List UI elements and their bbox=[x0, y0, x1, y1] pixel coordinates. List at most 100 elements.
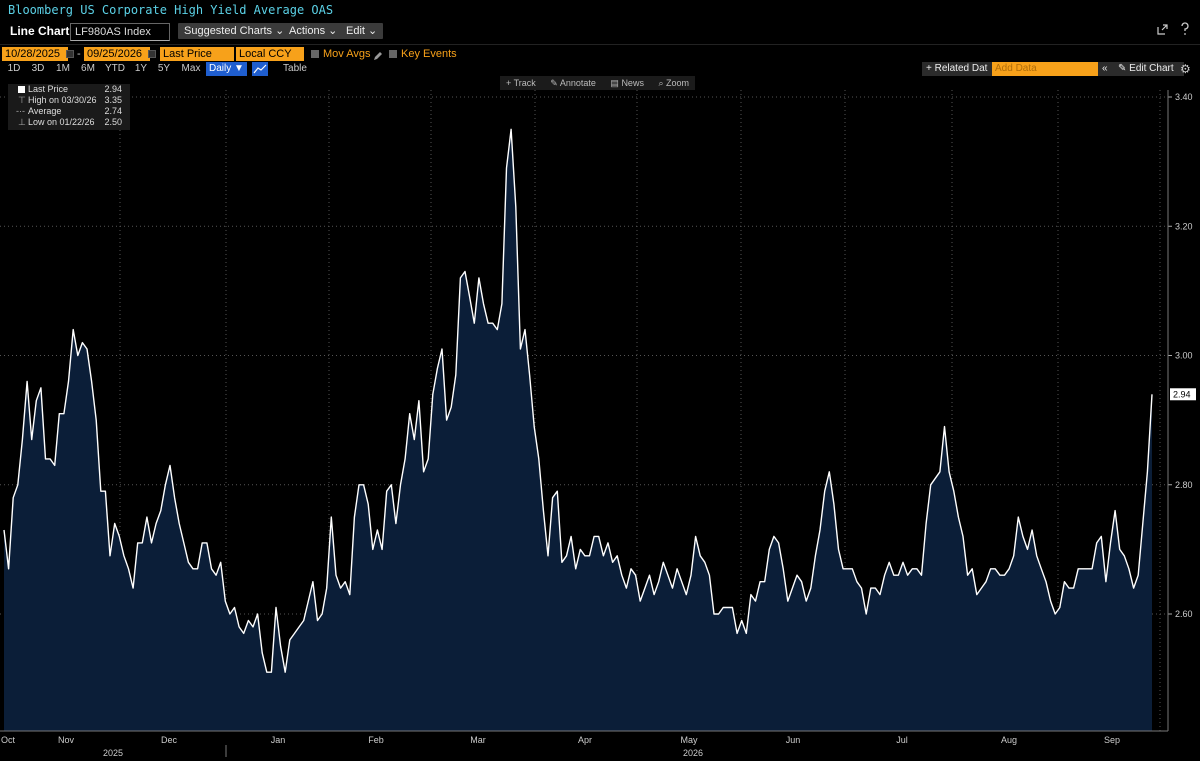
annotate-tool[interactable]: ✎ Annotate bbox=[544, 76, 602, 90]
legend-value: 3.35 bbox=[104, 95, 122, 105]
track-tool[interactable]: + Track bbox=[500, 76, 542, 90]
y-axis: 3.40 3.20 3.00 2.80 2.60 bbox=[1167, 90, 1193, 731]
start-date-field[interactable]: 10/28/2025 bbox=[2, 47, 68, 61]
mov-avgs-checkbox[interactable] bbox=[311, 50, 319, 58]
y-tick-label: 3.20 bbox=[1175, 221, 1193, 231]
add-data-input[interactable]: Add Data bbox=[992, 62, 1098, 76]
title-bar: Bloomberg US Corporate High Yield Averag… bbox=[0, 0, 1200, 20]
legend-swatch bbox=[18, 86, 25, 93]
edit-chart-button[interactable]: ✎ Edit Chart bbox=[1114, 62, 1184, 76]
legend: Last Price 2.94 ⊤ High on 03/30/26 3.35 … bbox=[8, 84, 130, 130]
track-label: Track bbox=[513, 78, 536, 88]
x-tick-label: Oct bbox=[1, 735, 16, 745]
chart-tools: + Track ✎ Annotate ▤ News ⌕ Zoom bbox=[500, 76, 696, 90]
legend-value: 2.74 bbox=[104, 106, 122, 116]
x-tick-label: Jan bbox=[271, 735, 286, 745]
x-tick-label: Jun bbox=[786, 735, 801, 745]
main-toolbar: Line Chart LF980AS Index Suggested Chart… bbox=[0, 20, 1200, 45]
range-ytd-button[interactable]: YTD bbox=[102, 62, 128, 76]
ticker-input[interactable]: LF980AS Index bbox=[70, 23, 170, 41]
legend-label: Last Price bbox=[28, 84, 69, 94]
x-tick-label: May bbox=[680, 735, 698, 745]
actions-label: Actions bbox=[289, 25, 326, 37]
legend-label: Average bbox=[28, 106, 62, 116]
edit-chart-label: Edit Chart bbox=[1129, 63, 1174, 74]
help-icon[interactable] bbox=[1178, 22, 1192, 39]
news-label: News bbox=[621, 78, 644, 88]
range-max-button[interactable]: Max bbox=[178, 62, 204, 76]
key-events-checkbox[interactable] bbox=[389, 50, 397, 58]
start-calendar-icon[interactable] bbox=[66, 50, 74, 58]
series-area bbox=[4, 129, 1152, 732]
x-tick-label: Nov bbox=[58, 735, 75, 745]
magnifier-icon: ⌕ bbox=[658, 78, 664, 88]
range-1d-button[interactable]: 1D bbox=[4, 62, 24, 76]
range-6m-button[interactable]: 6M bbox=[77, 62, 99, 76]
legend-label: Low on 01/22/26 bbox=[28, 117, 95, 127]
suggested-charts-label: Suggested Charts bbox=[184, 25, 273, 37]
date-toolbar: 10/28/2025 - 09/25/2026 Last Price Local… bbox=[0, 46, 1200, 62]
gear-icon[interactable]: ⚙ bbox=[1180, 62, 1191, 76]
high-marker-icon: ⊤ bbox=[18, 95, 26, 105]
low-marker-icon: ⊥ bbox=[18, 117, 26, 127]
end-calendar-icon[interactable] bbox=[148, 50, 156, 58]
pencil-icon: ✎ bbox=[550, 78, 558, 88]
range-1m-button[interactable]: 1M bbox=[52, 62, 74, 76]
suggested-charts-button[interactable]: Suggested Charts ⌄ bbox=[178, 23, 291, 39]
chart-type-label: Line Chart bbox=[10, 24, 70, 38]
x-tick-label: Dec bbox=[161, 735, 178, 745]
legend-row-high: ⊤ High on 03/30/26 3.35 bbox=[12, 95, 126, 106]
y-tick-label: 2.80 bbox=[1175, 480, 1193, 490]
range-5y-button[interactable]: 5Y bbox=[154, 62, 174, 76]
crosshair-icon: + bbox=[506, 78, 512, 88]
y-tick-label: 3.00 bbox=[1175, 351, 1193, 361]
range-3d-button[interactable]: 3D bbox=[28, 62, 48, 76]
x-tick-label: Mar bbox=[470, 735, 486, 745]
x-year-label: 2025 bbox=[103, 748, 123, 758]
line-chart-icon[interactable] bbox=[252, 62, 268, 76]
annotate-label: Annotate bbox=[559, 78, 596, 88]
edit-button[interactable]: Edit ⌄ bbox=[340, 23, 384, 39]
legend-row-last: Last Price 2.94 bbox=[12, 84, 126, 95]
chart-area[interactable]: 3.40 3.20 3.00 2.80 2.60 Oct Nov Dec Jan Feb Mar A… bbox=[0, 90, 1200, 761]
legend-value: 2.94 bbox=[104, 84, 122, 94]
x-year-label: 2026 bbox=[683, 748, 703, 758]
export-icon[interactable] bbox=[1156, 24, 1168, 39]
zoom-tool[interactable]: ⌕ Zoom bbox=[652, 76, 695, 90]
chevron-down-icon: ⌄ bbox=[368, 25, 378, 37]
average-marker-icon: -·- bbox=[16, 106, 25, 116]
related-data-button[interactable]: + Related Dat bbox=[922, 62, 992, 76]
end-date-field[interactable]: 09/25/2026 bbox=[84, 47, 150, 61]
edit-label: Edit bbox=[346, 25, 365, 37]
range-toolbar: 1D 3D 1M 6M YTD 1Y 5Y Max Daily ▼ Table … bbox=[0, 62, 1200, 76]
last-value-label: 2.94 bbox=[1173, 389, 1191, 399]
actions-button[interactable]: Actions ⌄ bbox=[283, 23, 344, 39]
x-tick-label: Jul bbox=[896, 735, 908, 745]
x-tick-label: Aug bbox=[1001, 735, 1017, 745]
y-tick-label: 3.40 bbox=[1175, 92, 1193, 102]
key-events-label: Key Events bbox=[401, 48, 457, 60]
field-select[interactable]: Last Price bbox=[160, 47, 234, 61]
last-value-tag: 2.94 bbox=[1170, 388, 1196, 401]
mov-avgs-label: Mov Avgs bbox=[323, 48, 371, 60]
window-title: Bloomberg US Corporate High Yield Averag… bbox=[8, 3, 334, 17]
legend-row-average: -·- Average 2.74 bbox=[12, 106, 126, 117]
news-icon: ▤ bbox=[610, 78, 619, 88]
chevron-down-icon: ⌄ bbox=[328, 25, 338, 37]
legend-value: 2.50 bbox=[104, 117, 122, 127]
x-tick-label: Sep bbox=[1104, 735, 1120, 745]
table-button[interactable]: Table bbox=[278, 62, 312, 76]
currency-select[interactable]: Local CCY bbox=[236, 47, 304, 61]
x-tick-label: Apr bbox=[578, 735, 592, 745]
frequency-select[interactable]: Daily ▼ bbox=[206, 62, 247, 76]
date-separator: - bbox=[77, 48, 81, 60]
y-tick-label: 2.60 bbox=[1175, 609, 1193, 619]
zoom-label: Zoom bbox=[666, 78, 690, 88]
collapse-button[interactable]: « bbox=[1098, 62, 1114, 76]
x-tick-label: Feb bbox=[368, 735, 384, 745]
x-axis: Oct Nov Dec Jan Feb Mar Apr May Jun Jul Aug Sep 2025… bbox=[0, 730, 1168, 758]
legend-row-low: ⊥ Low on 01/22/26 2.50 bbox=[12, 117, 126, 128]
news-tool[interactable]: ▤ News bbox=[604, 76, 650, 90]
range-1y-button[interactable]: 1Y bbox=[131, 62, 151, 76]
pencil-icon: ✎ bbox=[1118, 63, 1127, 74]
